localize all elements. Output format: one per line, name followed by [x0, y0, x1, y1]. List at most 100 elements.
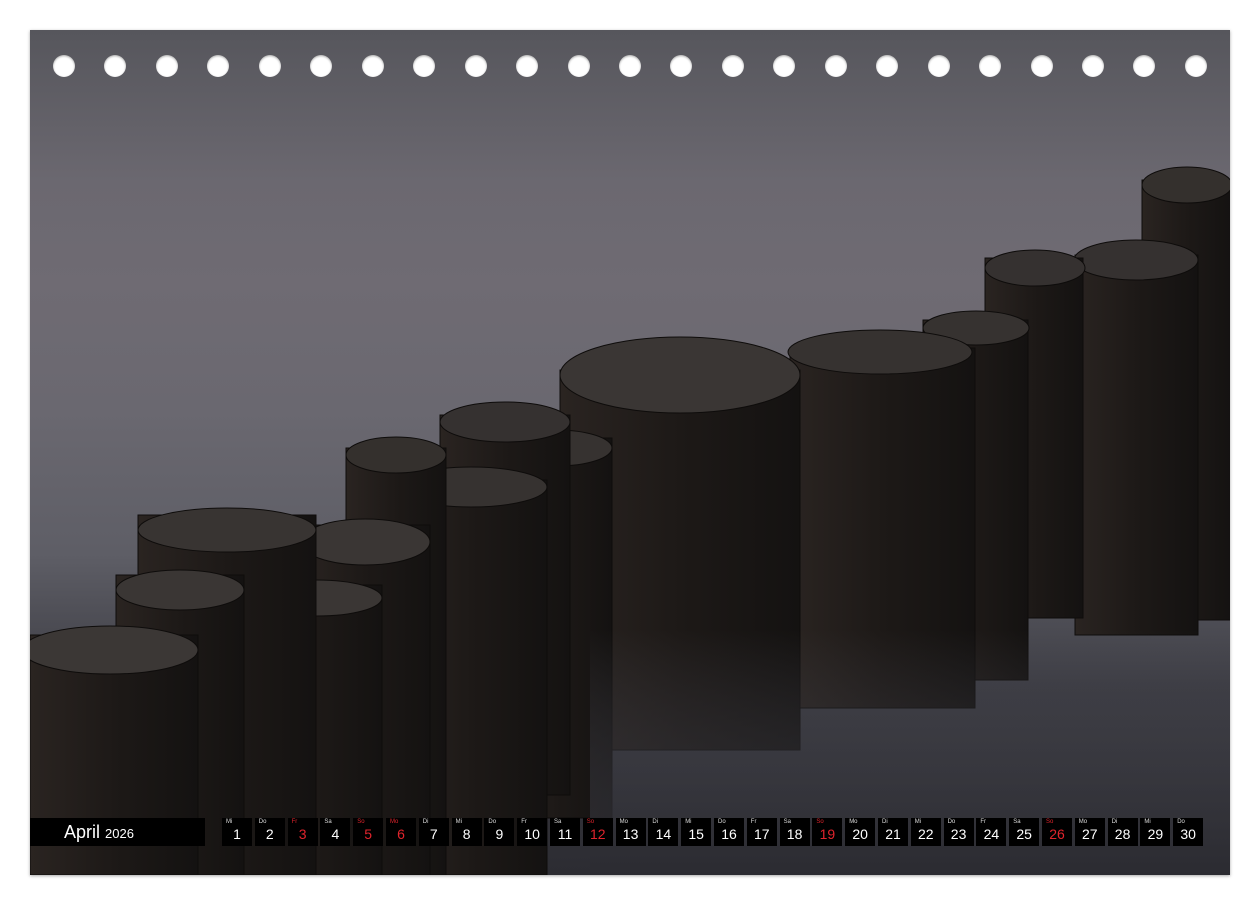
day-cell: Di14 [648, 818, 678, 846]
weekday-label: So [816, 819, 823, 825]
calendar-page [30, 30, 1230, 875]
binding-hole [516, 55, 538, 77]
day-number: 2 [255, 826, 285, 842]
binding-hole [979, 55, 1001, 77]
day-number: 27 [1075, 826, 1105, 842]
weekday-label: Sa [784, 819, 791, 825]
weekday-label: Do [718, 819, 726, 825]
day-number: 26 [1042, 826, 1072, 842]
day-cell: Mi8 [452, 818, 482, 846]
day-number: 3 [288, 826, 318, 842]
binding-hole [1082, 55, 1104, 77]
day-number: 1 [222, 826, 252, 842]
binding-hole [670, 55, 692, 77]
weekday-label: Do [259, 819, 267, 825]
day-cell: Mo13 [616, 818, 646, 846]
weekday-label: Mi [915, 819, 921, 825]
day-cell: Sa25 [1009, 818, 1039, 846]
weekday-label: Di [423, 819, 429, 825]
day-number: 7 [419, 826, 449, 842]
binding-hole [722, 55, 744, 77]
day-cell: Do30 [1173, 818, 1203, 846]
binding-hole [619, 55, 641, 77]
binding-hole [568, 55, 590, 77]
day-number: 5 [353, 826, 383, 842]
weekday-label: Sa [554, 819, 561, 825]
day-number: 9 [484, 826, 514, 842]
weekday-label: Mo [1079, 819, 1087, 825]
day-cell: Sa18 [780, 818, 810, 846]
day-number: 12 [583, 826, 613, 842]
binding-hole [104, 55, 126, 77]
weekday-label: Mi [1144, 819, 1150, 825]
day-number: 29 [1140, 826, 1170, 842]
binding-hole [207, 55, 229, 77]
weekday-label: Fr [980, 819, 986, 825]
weekday-label: Sa [1013, 819, 1020, 825]
weekday-label: Fr [521, 819, 527, 825]
weekday-label: Mo [849, 819, 857, 825]
day-cell: Fr24 [976, 818, 1006, 846]
weekday-label: Mi [685, 819, 691, 825]
binding-hole [876, 55, 898, 77]
day-number: 19 [812, 826, 842, 842]
weekday-label: So [1046, 819, 1053, 825]
month-name: April [64, 822, 100, 843]
day-number: 14 [648, 826, 678, 842]
groyne-photo [30, 30, 1230, 875]
day-number: 8 [452, 826, 482, 842]
day-cell: Fr3 [288, 818, 318, 846]
day-cell: Fr10 [517, 818, 547, 846]
day-cell: Mo20 [845, 818, 875, 846]
day-cell: So12 [583, 818, 613, 846]
day-cell: Do16 [714, 818, 744, 846]
binding-hole [413, 55, 435, 77]
day-cell: Sa4 [320, 818, 350, 846]
binding-hole [773, 55, 795, 77]
day-cell: Sa11 [550, 818, 580, 846]
day-number: 23 [944, 826, 974, 842]
day-cell: Fr17 [747, 818, 777, 846]
weekday-label: So [357, 819, 364, 825]
year-label: 2026 [105, 826, 134, 841]
day-cell: Mo27 [1075, 818, 1105, 846]
day-cell: Di21 [878, 818, 908, 846]
weekday-label: Mi [226, 819, 232, 825]
day-cell: Mi29 [1140, 818, 1170, 846]
weekday-label: Di [1112, 819, 1118, 825]
weekday-label: Mo [390, 819, 398, 825]
day-cell: Mi1 [222, 818, 252, 846]
day-cell: Do2 [255, 818, 285, 846]
weekday-label: Fr [292, 819, 298, 825]
day-number: 22 [911, 826, 941, 842]
weekday-label: Do [948, 819, 956, 825]
day-cell: So19 [812, 818, 842, 846]
binding-hole [1133, 55, 1155, 77]
binding-hole [1031, 55, 1053, 77]
day-number: 13 [616, 826, 646, 842]
day-cell: Mi15 [681, 818, 711, 846]
day-number: 21 [878, 826, 908, 842]
binding-hole [928, 55, 950, 77]
binding-hole [825, 55, 847, 77]
day-cell: So5 [353, 818, 383, 846]
day-cell: Mi22 [911, 818, 941, 846]
day-number: 15 [681, 826, 711, 842]
weekday-label: So [587, 819, 594, 825]
weekday-label: Do [1177, 819, 1185, 825]
day-number: 17 [747, 826, 777, 842]
day-cell: Do9 [484, 818, 514, 846]
binding-holes [30, 55, 1230, 79]
day-cell: Mo6 [386, 818, 416, 846]
day-number: 20 [845, 826, 875, 842]
day-number: 6 [386, 826, 416, 842]
day-number: 16 [714, 826, 744, 842]
binding-hole [156, 55, 178, 77]
month-label-box: April 2026 [30, 818, 205, 846]
binding-hole [465, 55, 487, 77]
day-number: 11 [550, 826, 580, 842]
weekday-label: Do [488, 819, 496, 825]
weekday-label: Mo [620, 819, 628, 825]
weekday-label: Di [652, 819, 658, 825]
day-number: 30 [1173, 826, 1203, 842]
